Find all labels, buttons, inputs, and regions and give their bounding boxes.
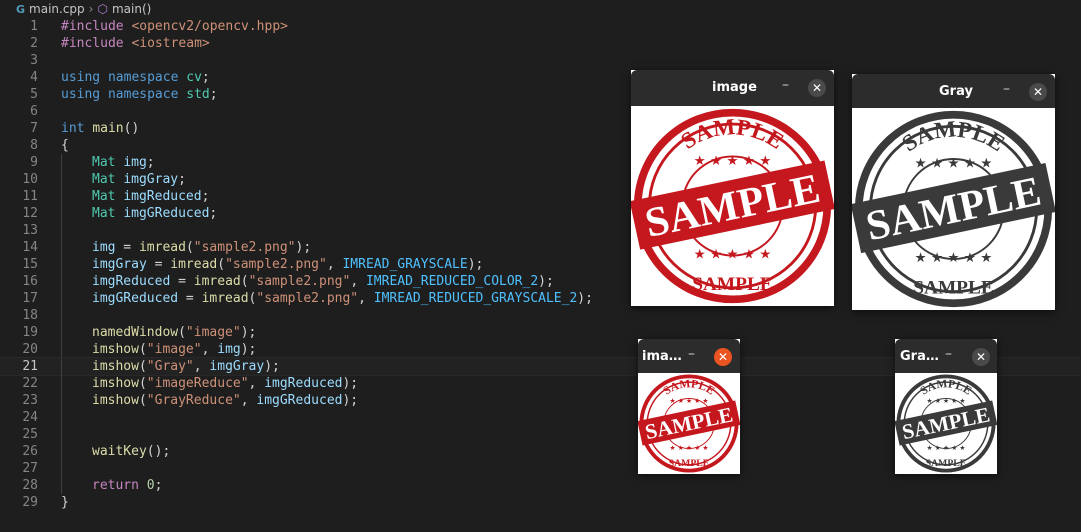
- window-image-reduce[interactable]: ima… – ✕ SAMPLE SAMPLE ★ ★ ★ ★ ★ ★ ★ ★ ★…: [638, 339, 740, 474]
- svg-text:★ ★ ★ ★ ★: ★ ★ ★ ★ ★: [694, 154, 772, 169]
- line-number: 26: [22, 444, 38, 459]
- line-number: 29: [22, 495, 38, 510]
- line-number: 28: [22, 478, 38, 493]
- breadcrumb-symbol[interactable]: main(): [112, 2, 151, 16]
- line-number: 22: [22, 376, 38, 391]
- line-number: 6: [30, 104, 38, 119]
- line-number: 18: [22, 308, 38, 323]
- close-icon[interactable]: ✕: [1029, 83, 1047, 101]
- window-titlebar[interactable]: ima… – ✕: [638, 339, 740, 375]
- line-number: 17: [22, 291, 38, 306]
- close-icon[interactable]: ✕: [808, 79, 826, 97]
- method-cube-icon: ⬡: [97, 2, 108, 16]
- line-number: 9: [30, 155, 38, 170]
- line-number: 13: [22, 223, 38, 238]
- line-number: 27: [22, 461, 38, 476]
- minimize-icon[interactable]: –: [782, 77, 789, 93]
- window-titlebar[interactable]: image – ✕: [631, 70, 834, 106]
- window-title: Gra…: [900, 349, 939, 364]
- svg-text:★ ★ ★ ★ ★: ★ ★ ★ ★ ★: [915, 250, 993, 266]
- line-number: 3: [30, 53, 38, 68]
- stamp-image-gray-small: SAMPLE SAMPLE ★ ★ ★ ★ ★ ★ ★ ★ ★ ★ SAMPLE: [895, 373, 997, 474]
- svg-text:★ ★ ★ ★ ★: ★ ★ ★ ★ ★: [915, 156, 993, 172]
- line-number: 16: [22, 274, 38, 289]
- minimize-icon[interactable]: –: [1003, 81, 1010, 97]
- line-number: 19: [22, 325, 38, 340]
- minimize-icon[interactable]: –: [945, 346, 952, 362]
- svg-text:SAMPLE: SAMPLE: [913, 278, 993, 299]
- line-number: 1: [30, 19, 38, 34]
- close-icon[interactable]: ✕: [714, 348, 732, 366]
- svg-text:★ ★ ★ ★ ★: ★ ★ ★ ★ ★: [926, 444, 965, 452]
- line-number: 24: [22, 410, 38, 425]
- svg-text:★ ★ ★ ★ ★: ★ ★ ★ ★ ★: [669, 397, 708, 405]
- window-titlebar[interactable]: Gray – ✕: [852, 74, 1055, 110]
- code-line[interactable]: 3: [0, 52, 1081, 69]
- line-number: 25: [22, 427, 38, 442]
- svg-text:SAMPLE: SAMPLE: [669, 458, 709, 469]
- breadcrumb-file[interactable]: main.cpp: [29, 2, 85, 16]
- line-number: 20: [22, 342, 38, 357]
- stamp-image-red: SAMPLE SAMPLE ★ ★ ★ ★ ★ ★ ★ ★ ★ ★ SAMPLE: [631, 106, 834, 306]
- minimize-icon[interactable]: –: [688, 346, 695, 362]
- line-number: 11: [22, 189, 38, 204]
- line-number: 21: [22, 359, 38, 374]
- close-icon[interactable]: ✕: [972, 348, 990, 366]
- svg-text:SAMPLE: SAMPLE: [692, 274, 773, 295]
- window-title: Gray: [939, 84, 973, 99]
- window-image[interactable]: image – ✕ SAMPLE SAMPLE ★ ★ ★ ★ ★ ★ ★ ★ …: [631, 70, 834, 306]
- line-number: 10: [22, 172, 38, 187]
- line-number: 4: [30, 70, 38, 85]
- line-number: 15: [22, 257, 38, 272]
- chevron-right-icon: ›: [88, 2, 94, 16]
- code-line[interactable]: 29}: [0, 494, 1081, 511]
- code-line[interactable]: 2 #include <iostream>: [0, 35, 1081, 52]
- window-gray[interactable]: Gray – ✕ SAMPLE SAMPLE ★ ★ ★ ★ ★ ★ ★ ★ ★…: [852, 74, 1055, 310]
- line-number: 7: [30, 121, 38, 136]
- svg-text:★ ★ ★ ★ ★: ★ ★ ★ ★ ★: [926, 397, 965, 405]
- window-title: image: [712, 80, 757, 95]
- stamp-image-gray: SAMPLE SAMPLE ★ ★ ★ ★ ★ ★ ★ ★ ★ ★ SAMPLE: [852, 108, 1055, 310]
- line-number: 5: [30, 87, 38, 102]
- svg-text:SAMPLE: SAMPLE: [643, 402, 735, 444]
- code-line[interactable]: 28 return 0;: [0, 477, 1081, 494]
- line-number: 8: [30, 138, 38, 153]
- svg-text:SAMPLE: SAMPLE: [862, 168, 1045, 251]
- svg-text:SAMPLE: SAMPLE: [641, 165, 824, 247]
- window-titlebar[interactable]: Gra… – ✕: [895, 339, 997, 375]
- line-number: 14: [22, 240, 38, 255]
- cpp-file-icon: G: [16, 2, 26, 16]
- code-line[interactable]: 1 #include <opencv2/opencv.hpp>: [0, 18, 1081, 35]
- svg-text:★ ★ ★ ★ ★: ★ ★ ★ ★ ★: [669, 444, 708, 452]
- line-number: 12: [22, 206, 38, 221]
- svg-text:SAMPLE: SAMPLE: [900, 402, 992, 444]
- svg-text:SAMPLE: SAMPLE: [926, 458, 966, 469]
- window-gray-reduce[interactable]: Gra… – ✕ SAMPLE SAMPLE ★ ★ ★ ★ ★ ★ ★ ★ ★…: [895, 339, 997, 474]
- stamp-image-red-small: SAMPLE SAMPLE ★ ★ ★ ★ ★ ★ ★ ★ ★ ★ SAMPLE: [638, 373, 740, 474]
- line-number: 23: [22, 393, 38, 408]
- line-number: 2: [30, 36, 38, 51]
- svg-text:★ ★ ★ ★ ★: ★ ★ ★ ★ ★: [694, 247, 772, 262]
- window-title: ima…: [642, 349, 682, 364]
- breadcrumb: G main.cpp › ⬡ main(): [0, 0, 1081, 18]
